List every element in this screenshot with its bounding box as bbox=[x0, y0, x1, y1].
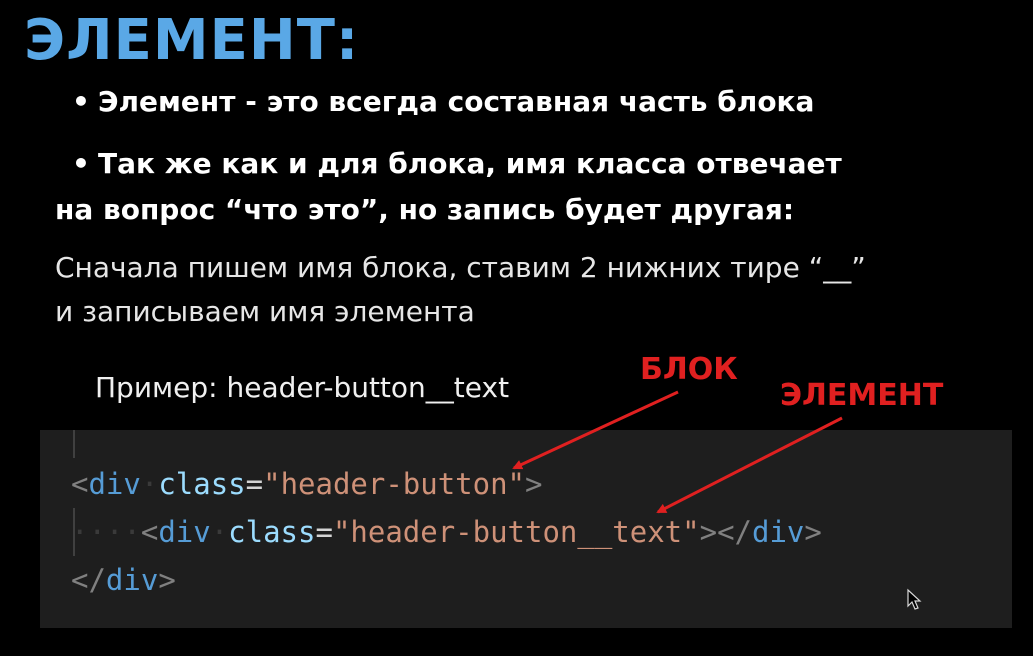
explanation-line-1: Сначала пишем имя блока, ставим 2 нижних… bbox=[55, 251, 866, 284]
code-punct: </ bbox=[71, 563, 106, 597]
code-tag: div bbox=[752, 515, 805, 549]
slide-title: ЭЛЕМЕНТ: bbox=[24, 8, 360, 73]
indent-guide bbox=[73, 430, 75, 458]
code-tag: div bbox=[88, 467, 141, 501]
code-line-3: </div> bbox=[71, 560, 176, 600]
code-punct: > bbox=[158, 563, 176, 597]
example-text: Пример: header-button__text bbox=[95, 371, 510, 404]
code-tag: div bbox=[158, 515, 211, 549]
code-punct: < bbox=[71, 467, 89, 501]
code-tag: div bbox=[105, 563, 159, 597]
code-line-1: <div·class="header-button"> bbox=[71, 464, 542, 504]
code-eq: = bbox=[245, 467, 264, 501]
code-attr: class bbox=[158, 467, 246, 501]
code-indent: ···· bbox=[71, 515, 141, 549]
code-string: "header-button__text" bbox=[332, 515, 700, 549]
code-punct: ></ bbox=[699, 515, 752, 549]
code-editor-panel: <div·class="header-button"> ····<div·cla… bbox=[40, 430, 1012, 628]
code-punct: > bbox=[525, 467, 543, 501]
code-whitespace: · bbox=[140, 467, 159, 501]
code-punct: > bbox=[804, 515, 822, 549]
code-attr: class bbox=[228, 515, 316, 549]
bullet-item-2: • Так же как и для блока, имя класса отве… bbox=[72, 142, 842, 186]
block-annotation-label: БЛОК bbox=[640, 352, 738, 387]
slide: ЭЛЕМЕНТ: • Элемент - это всегда составная… bbox=[0, 0, 1033, 656]
bullet-dot: • bbox=[72, 147, 90, 180]
bullet-text-1: Элемент - это всегда составная часть бло… bbox=[98, 85, 815, 118]
bullet-continuation: на вопрос “что это”, но запись будет дру… bbox=[55, 193, 795, 226]
code-whitespace: · bbox=[210, 515, 229, 549]
indent-guide bbox=[73, 508, 75, 556]
code-line-2: ····<div·class="header-button__text"></d… bbox=[71, 512, 822, 552]
bullet-text-2: Так же как и для блока, имя класса отвеч… bbox=[98, 147, 842, 180]
explanation-line-2: и записываем имя элемента bbox=[55, 295, 475, 328]
code-eq: = bbox=[315, 515, 333, 549]
code-string: "header-button" bbox=[263, 467, 526, 501]
bullet-dot: • bbox=[72, 85, 90, 118]
element-annotation-label: ЭЛЕМЕНТ bbox=[780, 378, 944, 413]
bullet-item-1: • Элемент - это всегда составная часть бл… bbox=[72, 80, 814, 124]
code-punct: < bbox=[140, 515, 159, 549]
